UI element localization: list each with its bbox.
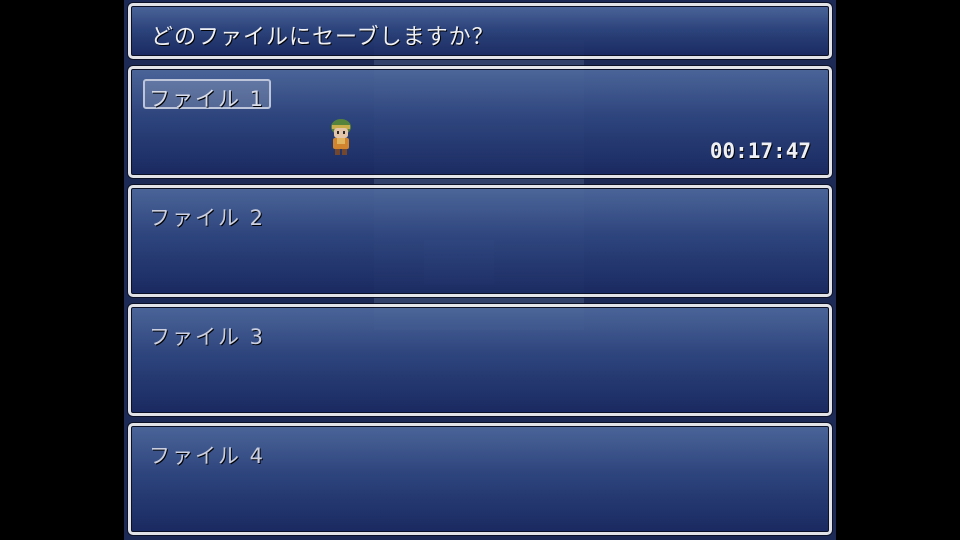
save-slot-1[interactable]: ファイル 1 00:17:47 — [128, 66, 832, 178]
save-slot-label: ファイル 4 — [149, 444, 266, 468]
save-slot-label: ファイル 3 — [149, 325, 266, 349]
game-screen: どのファイルにセーブしますか？ ファイル 1 00:17:47 ファイル 2 フ… — [124, 0, 836, 540]
save-prompt-text: どのファイルにセーブしますか？ — [151, 25, 495, 50]
save-slot-2[interactable]: ファイル 2 — [128, 185, 832, 297]
playtime-text: 00:17:47 — [709, 139, 811, 163]
character-sprite-icon — [331, 119, 351, 155]
save-slot-label: ファイル 2 — [149, 206, 266, 230]
save-slot-label: ファイル 1 — [149, 87, 266, 111]
save-slot-4[interactable]: ファイル 4 — [128, 423, 832, 535]
help-window: どのファイルにセーブしますか？ — [128, 3, 832, 59]
save-slot-3[interactable]: ファイル 3 — [128, 304, 832, 416]
